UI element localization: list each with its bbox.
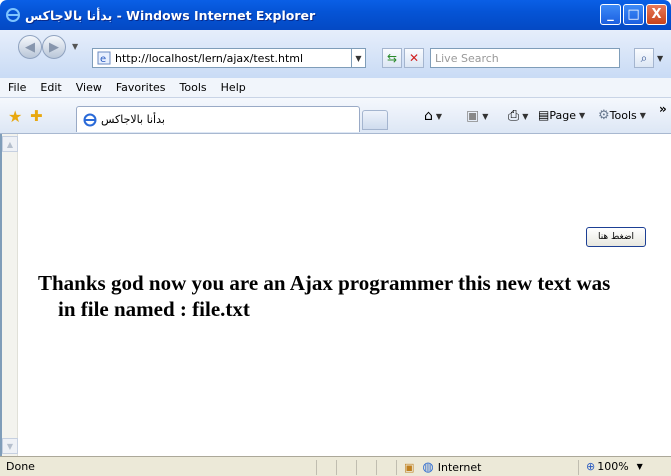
favorites-star-icon[interactable]: ★ bbox=[8, 107, 22, 126]
feeds-button[interactable]: ▣ ▼ bbox=[466, 108, 488, 124]
menu-tools[interactable]: Tools bbox=[180, 81, 207, 94]
ajax-result-text: Thanks god now you are an Ajax programme… bbox=[38, 271, 611, 321]
back-button[interactable]: ◀ bbox=[18, 35, 42, 59]
address-toolbar: ◀ ▶ ▼ e http://localhost/lern/ajax/test.… bbox=[0, 30, 671, 78]
refresh-button[interactable]: ⇆ bbox=[382, 48, 402, 68]
tools-menu[interactable]: ⚙ Tools ▼ bbox=[598, 108, 646, 123]
feeds-icon: ▣ bbox=[466, 108, 480, 124]
scroll-down-button[interactable]: ▼ bbox=[2, 438, 18, 454]
add-favorites-icon[interactable]: ✚ bbox=[30, 107, 43, 125]
forward-button[interactable]: ▶ bbox=[42, 35, 66, 59]
tools-menu-label: Tools bbox=[609, 109, 637, 122]
page-menu[interactable]: ▤ Page ▼ bbox=[538, 108, 585, 122]
address-dropdown[interactable]: ▼ bbox=[352, 48, 366, 68]
recent-pages-dropdown[interactable]: ▼ bbox=[72, 42, 78, 51]
forward-arrow-icon: ▶ bbox=[49, 39, 59, 55]
toolbar-overflow-button[interactable]: » bbox=[659, 102, 667, 116]
page-icon: ▤ bbox=[538, 108, 550, 122]
page-menu-label: Page bbox=[549, 108, 576, 122]
maximize-button[interactable]: □ bbox=[623, 4, 644, 25]
scroll-up-button[interactable]: ▲ bbox=[2, 136, 18, 152]
menu-bar: File Edit View Favorites Tools Help bbox=[0, 78, 671, 98]
search-options-dropdown[interactable]: ▼ bbox=[657, 54, 663, 63]
search-button[interactable]: ⌕ bbox=[634, 48, 654, 68]
zone-label: Internet bbox=[437, 461, 482, 474]
tab-bar: ★ ✚ بدأنا بالاجاكس ⌂ ▼ ▣ ▼ ⎙ ▼ ▤ Page ▼ ⚙ To… bbox=[0, 98, 671, 134]
gear-icon: ⚙ bbox=[598, 108, 610, 123]
menu-help[interactable]: Help bbox=[221, 81, 246, 94]
security-zone[interactable]: ▣ ◍ Internet bbox=[404, 460, 481, 475]
window-title: بدأنا بالاجاكس - Windows Internet Explor… bbox=[25, 7, 316, 23]
back-arrow-icon: ◀ bbox=[25, 39, 35, 55]
globe-icon: ◍ bbox=[422, 460, 434, 475]
lock-icon: ▣ bbox=[404, 461, 415, 474]
stop-button[interactable]: ✕ bbox=[404, 48, 424, 68]
click-here-button[interactable]: اضغط هنا bbox=[586, 227, 646, 247]
minimize-button[interactable]: _ bbox=[600, 4, 621, 25]
home-button[interactable]: ⌂ ▼ bbox=[424, 108, 442, 124]
menu-edit[interactable]: Edit bbox=[40, 81, 61, 94]
menu-file[interactable]: File bbox=[8, 81, 26, 94]
zoom-control[interactable]: ⊕ 100% ▼ bbox=[586, 460, 643, 473]
zoom-label: 100% bbox=[597, 460, 629, 473]
svg-text:e: e bbox=[100, 54, 106, 65]
menu-view[interactable]: View bbox=[76, 81, 102, 94]
print-button[interactable]: ⎙ ▼ bbox=[508, 108, 528, 124]
vertical-scrollbar[interactable]: ▲ ▼ bbox=[2, 134, 18, 456]
magnifier-icon: ⌕ bbox=[640, 50, 648, 65]
close-button[interactable]: X bbox=[646, 4, 667, 25]
title-bar[interactable]: بدأنا بالاجاكس - Windows Internet Explor… bbox=[0, 0, 671, 30]
stop-icon: ✕ bbox=[408, 51, 420, 65]
refresh-icon: ⇆ bbox=[386, 51, 398, 65]
new-tab-button[interactable] bbox=[362, 110, 388, 130]
page-favicon-icon: e bbox=[97, 51, 111, 65]
status-bar: Done ▣ ◍ Internet ⊕ 100% ▼ bbox=[0, 456, 671, 476]
home-icon: ⌂ bbox=[424, 108, 433, 124]
magnifier-icon: ⊕ bbox=[586, 460, 596, 473]
print-icon: ⎙ bbox=[508, 108, 520, 124]
address-url: http://localhost/lern/ajax/test.html bbox=[115, 51, 304, 65]
tab-ie-icon bbox=[83, 113, 97, 126]
status-text: Done bbox=[6, 460, 35, 473]
tab-current[interactable]: بدأنا بالاجاكس bbox=[76, 106, 360, 132]
address-input[interactable]: e http://localhost/lern/ajax/test.html bbox=[92, 48, 352, 68]
ie-icon bbox=[5, 7, 21, 23]
search-input[interactable]: Live Search bbox=[430, 48, 620, 68]
tab-label: بدأنا بالاجاكس bbox=[101, 113, 165, 126]
menu-favorites[interactable]: Favorites bbox=[116, 81, 166, 94]
